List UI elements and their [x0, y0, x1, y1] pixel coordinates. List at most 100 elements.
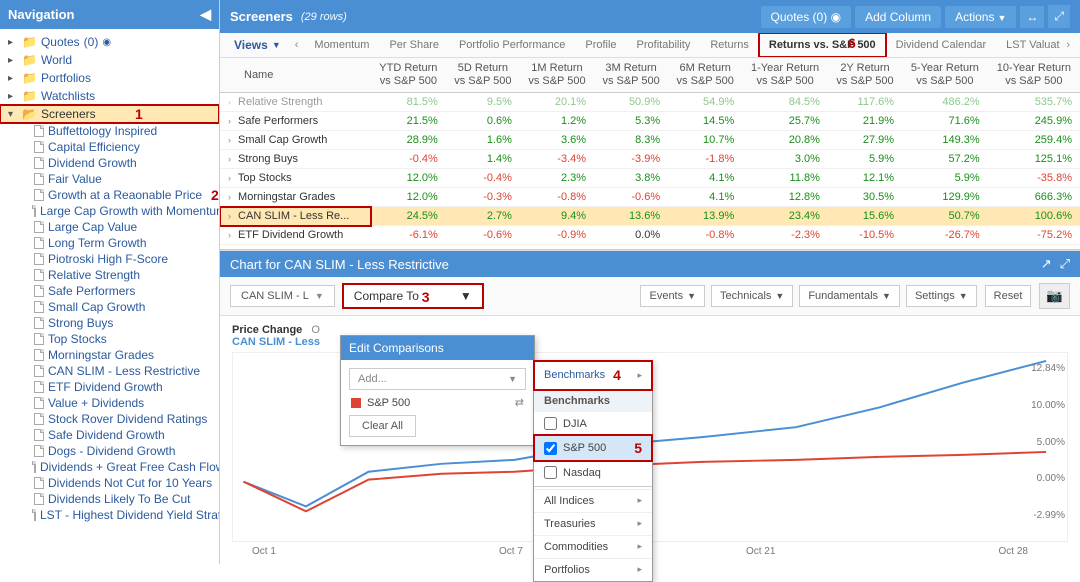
- tab-profitability[interactable]: Profitability: [627, 33, 701, 57]
- expand-icon[interactable]: ▸: [8, 37, 18, 48]
- tab-lst-valuation-view[interactable]: LST Valuation View: [996, 33, 1060, 57]
- nav-item-world[interactable]: ▸📁World: [0, 51, 219, 69]
- bench-sub-commodities[interactable]: Commodities▸: [534, 535, 652, 558]
- screener-dogs-dividend-growth[interactable]: Dogs - Dividend Growth: [0, 443, 219, 459]
- settings-button[interactable]: Settings ▼: [906, 285, 977, 307]
- nav-item-screeners[interactable]: ▾📂Screeners: [0, 105, 219, 123]
- chevron-right-icon[interactable]: ›: [228, 249, 231, 250]
- screener-can-slim-less-restrictive[interactable]: CAN SLIM - Less Restrictive: [0, 363, 219, 379]
- clear-all-button[interactable]: Clear All: [349, 415, 416, 437]
- screener-stock-rover-dividend-ratings[interactable]: Stock Rover Dividend Ratings: [0, 411, 219, 427]
- screener-safe-dividend-growth[interactable]: Safe Dividend Growth: [0, 427, 219, 443]
- swap-icon[interactable]: ⇄: [515, 396, 524, 409]
- screener-top-stocks[interactable]: Top Stocks: [0, 331, 219, 347]
- popout-icon[interactable]: ↗: [1041, 256, 1052, 272]
- chevron-right-icon[interactable]: ›: [228, 135, 231, 145]
- col-header[interactable]: 1M Returnvs S&P 500: [520, 58, 594, 93]
- chevron-right-icon[interactable]: ›: [228, 230, 231, 240]
- scroll-right-icon[interactable]: ›: [1062, 39, 1074, 51]
- screener-capital-efficiency[interactable]: Capital Efficiency: [0, 139, 219, 155]
- collapse-nav-icon[interactable]: ◀: [200, 6, 211, 23]
- bench-sub-treasuries[interactable]: Treasuries▸: [534, 512, 652, 535]
- table-row[interactable]: › Small Cap Growth28.9%1.6%3.6%8.3%10.7%…: [220, 131, 1080, 150]
- screener-etf-dividend-growth[interactable]: ETF Dividend Growth: [0, 379, 219, 395]
- screener-strong-buys[interactable]: Strong Buys: [0, 315, 219, 331]
- screener-large-cap-value[interactable]: Large Cap Value: [0, 219, 219, 235]
- col-header[interactable]: 5D Returnvs S&P 500: [446, 58, 520, 93]
- nav-item-portfolios[interactable]: ▸📁Portfolios: [0, 69, 219, 87]
- comparison-item-sp500[interactable]: S&P 500 ⇄: [349, 390, 526, 415]
- expand-icon[interactable]: ⤢: [1048, 5, 1070, 28]
- col-header[interactable]: 1-Year Returnvs S&P 500: [742, 58, 828, 93]
- table-row[interactable]: › Strong Buys-0.4%1.4%-3.4%-3.9%-1.8%3.0…: [220, 150, 1080, 169]
- expand-h-icon[interactable]: ↔: [1020, 6, 1044, 28]
- quotes-button[interactable]: Quotes (0) ◉: [761, 6, 852, 28]
- nav-item-quotes[interactable]: ▸📁Quotes (0) ◉: [0, 33, 219, 51]
- chevron-right-icon[interactable]: ›: [228, 211, 231, 221]
- tab-portfolio-performance[interactable]: Portfolio Performance: [449, 33, 575, 57]
- table-row[interactable]: › CAN SLIM - Less Re...24.5%2.7%9.4%13.6…: [220, 207, 1080, 226]
- reset-button[interactable]: Reset: [985, 285, 1032, 307]
- screeners-table-wrap[interactable]: NameYTD Returnvs S&P 5005D Returnvs S&P …: [220, 58, 1080, 250]
- checkbox-nasdaq[interactable]: [544, 466, 557, 479]
- table-row[interactable]: › Morningstar Grades12.0%-0.3%-0.8%-0.6%…: [220, 188, 1080, 207]
- add-comparison-dropdown[interactable]: Add...▼: [349, 368, 526, 390]
- table-row[interactable]: › Relative Strength81.5%9.5%20.1%50.9%54…: [220, 93, 1080, 112]
- col-header[interactable]: Name: [220, 58, 371, 93]
- technicals-button[interactable]: Technicals ▼: [711, 285, 793, 307]
- screener-relative-strength[interactable]: Relative Strength: [0, 267, 219, 283]
- screener-small-cap-growth[interactable]: Small Cap Growth: [0, 299, 219, 315]
- series-selector[interactable]: CAN SLIM - L▼: [230, 285, 335, 307]
- col-header[interactable]: YTD Returnvs S&P 500: [371, 58, 446, 93]
- benchmark-sp500[interactable]: S&P 5005: [534, 435, 652, 461]
- expand-icon[interactable]: ▸: [8, 55, 18, 66]
- events-button[interactable]: Events ▼: [640, 285, 705, 307]
- screener-dividends-not-cut-for-10-years[interactable]: Dividends Not Cut for 10 Years: [0, 475, 219, 491]
- table-row[interactable]: › Safe Performers21.5%0.6%1.2%5.3%14.5%2…: [220, 112, 1080, 131]
- screener-fair-value[interactable]: Fair Value: [0, 171, 219, 187]
- chevron-right-icon[interactable]: ›: [228, 154, 231, 164]
- bench-sub-all-indices[interactable]: All Indices▸: [534, 489, 652, 512]
- screener-value-dividends[interactable]: Value + Dividends: [0, 395, 219, 411]
- fundamentals-button[interactable]: Fundamentals ▼: [799, 285, 900, 307]
- chevron-right-icon[interactable]: ›: [228, 97, 231, 107]
- table-row[interactable]: › ETF Dividend Growth-6.1%-0.6%-0.9%0.0%…: [220, 226, 1080, 245]
- screener-lst-highest-dividend-yield-strat[interactable]: LST - Highest Dividend Yield Strat: [0, 507, 219, 523]
- camera-icon[interactable]: 📷: [1039, 283, 1070, 309]
- checkbox-sp500[interactable]: [544, 442, 557, 455]
- screener-piotroski-high-f-score[interactable]: Piotroski High F-Score: [0, 251, 219, 267]
- chevron-right-icon[interactable]: ›: [228, 192, 231, 202]
- screener-dividends-likely-to-be-cut[interactable]: Dividends Likely To Be Cut: [0, 491, 219, 507]
- collapse-icon[interactable]: ▾: [8, 109, 18, 120]
- chevron-right-icon[interactable]: ›: [228, 173, 231, 183]
- screener-dividend-growth[interactable]: Dividend Growth: [0, 155, 219, 171]
- tab-dividend-calendar[interactable]: Dividend Calendar: [886, 33, 997, 57]
- actions-button[interactable]: Actions▼: [945, 6, 1016, 28]
- benchmark-nasdaq[interactable]: Nasdaq: [534, 461, 652, 484]
- chevron-right-icon[interactable]: ›: [228, 116, 231, 126]
- tab-per-share[interactable]: Per Share: [379, 33, 449, 57]
- tab-profile[interactable]: Profile: [575, 33, 626, 57]
- tab-returns-vs-s-p-500[interactable]: Returns vs. S&P 500: [759, 33, 886, 57]
- col-header[interactable]: 3M Returnvs S&P 500: [594, 58, 668, 93]
- col-header[interactable]: 6M Returnvs S&P 500: [668, 58, 742, 93]
- compare-to-dropdown[interactable]: Compare To ▼ 3: [343, 284, 483, 308]
- table-row[interactable]: › Top Stocks12.0%-0.4%2.3%3.8%4.1%11.8%1…: [220, 169, 1080, 188]
- screener-growth-at-a-reaonable-price[interactable]: Growth at a Reaonable Price: [0, 187, 219, 203]
- expand-icon[interactable]: ▸: [8, 91, 18, 102]
- table-row[interactable]: › Value + Dividends-27.6%-3.0%-3.4%-9.1%…: [220, 245, 1080, 250]
- expand-icon[interactable]: ▸: [8, 73, 18, 84]
- col-header[interactable]: 2Y Returnvs S&P 500: [828, 58, 902, 93]
- checkbox-djia[interactable]: [544, 417, 557, 430]
- nav-item-watchlists[interactable]: ▸📁Watchlists: [0, 87, 219, 105]
- bench-sub-portfolios[interactable]: Portfolios▸: [534, 558, 652, 581]
- views-dropdown[interactable]: Views ▼: [226, 38, 289, 52]
- add-column-button[interactable]: Add Column: [855, 6, 941, 28]
- screener-dividends-great-free-cash-flow[interactable]: Dividends + Great Free Cash Flow: [0, 459, 219, 475]
- screener-morningstar-grades[interactable]: Morningstar Grades: [0, 347, 219, 363]
- scroll-left-icon[interactable]: ‹: [291, 39, 303, 51]
- col-header[interactable]: 10-Year Returnvs S&P 500: [988, 58, 1080, 93]
- benchmarks-tab[interactable]: Benchmarks 4 ▸: [534, 361, 652, 390]
- screener-buffettology-inspired[interactable]: Buffettology Inspired: [0, 123, 219, 139]
- benchmark-djia[interactable]: DJIA: [534, 412, 652, 435]
